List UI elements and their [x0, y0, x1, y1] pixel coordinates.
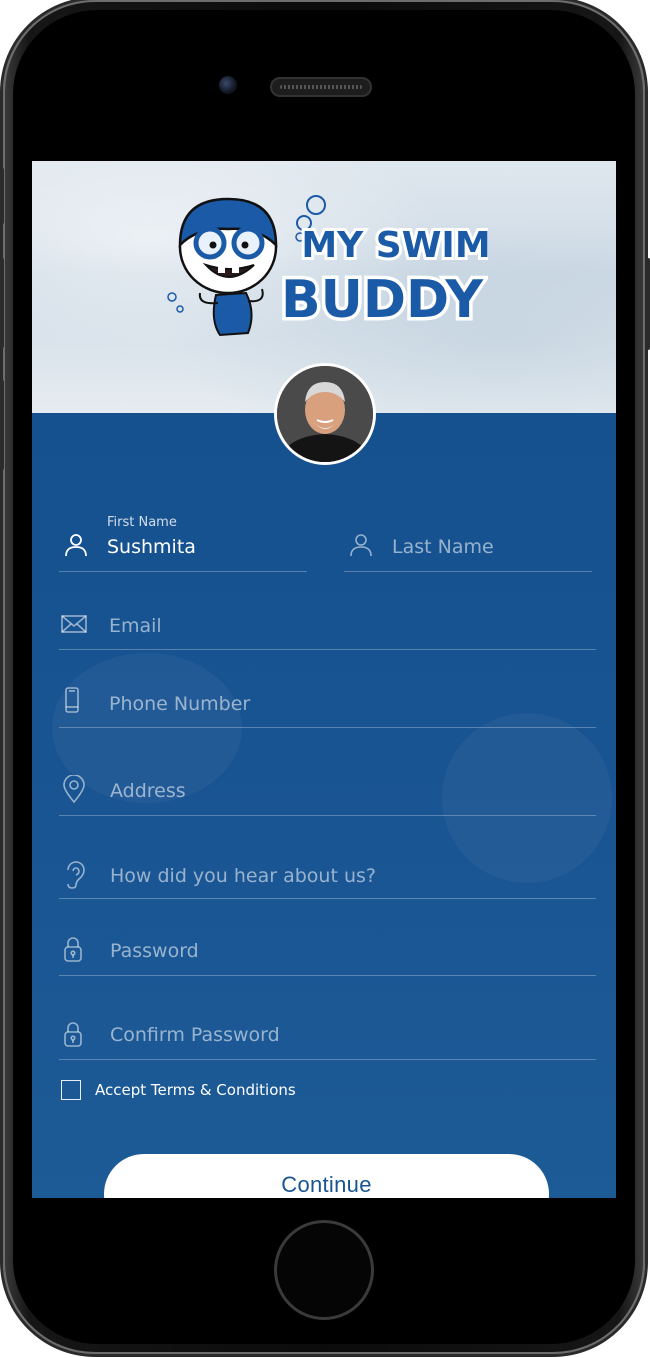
lock-icon [64, 1021, 82, 1047]
profile-photo-image [277, 366, 373, 462]
confirm-password-placeholder: Confirm Password [110, 1024, 280, 1046]
first-name-label: First Name [107, 515, 177, 530]
terms-label[interactable]: Accept Terms & Conditions [95, 1081, 296, 1099]
terms-row: Accept Terms & Conditions [61, 1078, 296, 1102]
first-name-field[interactable]: First Name Sushmita [59, 511, 307, 572]
user-icon [349, 533, 373, 557]
volume-down-button [0, 380, 4, 470]
profile-photo[interactable] [274, 363, 376, 465]
app-screen: MY SWIM BUDDY First Name Sushmita Last N… [32, 161, 616, 1198]
phone-number-field[interactable]: Phone Number [59, 671, 596, 728]
power-button [646, 258, 650, 350]
confirm-password-field[interactable]: Confirm Password [59, 997, 596, 1060]
phone-number-placeholder: Phone Number [109, 693, 251, 715]
phone-icon [65, 687, 79, 713]
password-field[interactable]: Password [59, 919, 596, 976]
address-placeholder: Address [110, 780, 186, 802]
last-name-placeholder: Last Name [392, 536, 494, 558]
user-icon [64, 533, 88, 557]
earpiece-speaker [270, 77, 372, 97]
continue-button[interactable]: Continue [104, 1154, 549, 1198]
email-placeholder: Email [109, 615, 162, 637]
front-camera [219, 76, 237, 94]
referral-source-placeholder: How did you hear about us? [110, 865, 376, 887]
email-field[interactable]: Email [59, 591, 596, 650]
referral-source-field[interactable]: How did you hear about us? [59, 835, 596, 899]
my-swim-buddy-logo: MY SWIM BUDDY [167, 195, 488, 337]
password-placeholder: Password [110, 940, 199, 962]
logo-text-line1: MY SWIM [301, 225, 488, 266]
last-name-field[interactable]: Last Name [344, 511, 592, 572]
first-name-value: Sushmita [107, 536, 196, 558]
location-pin-icon [63, 775, 85, 803]
envelope-icon [61, 615, 87, 633]
home-button[interactable] [274, 1220, 374, 1320]
logo-text-line2: BUDDY [281, 270, 484, 330]
terms-checkbox[interactable] [61, 1080, 81, 1100]
address-field[interactable]: Address [59, 749, 596, 816]
silent-switch [0, 168, 4, 224]
ear-icon [65, 861, 85, 889]
continue-button-label: Continue [281, 1172, 372, 1197]
lock-icon [64, 936, 82, 962]
volume-up-button [0, 258, 4, 348]
